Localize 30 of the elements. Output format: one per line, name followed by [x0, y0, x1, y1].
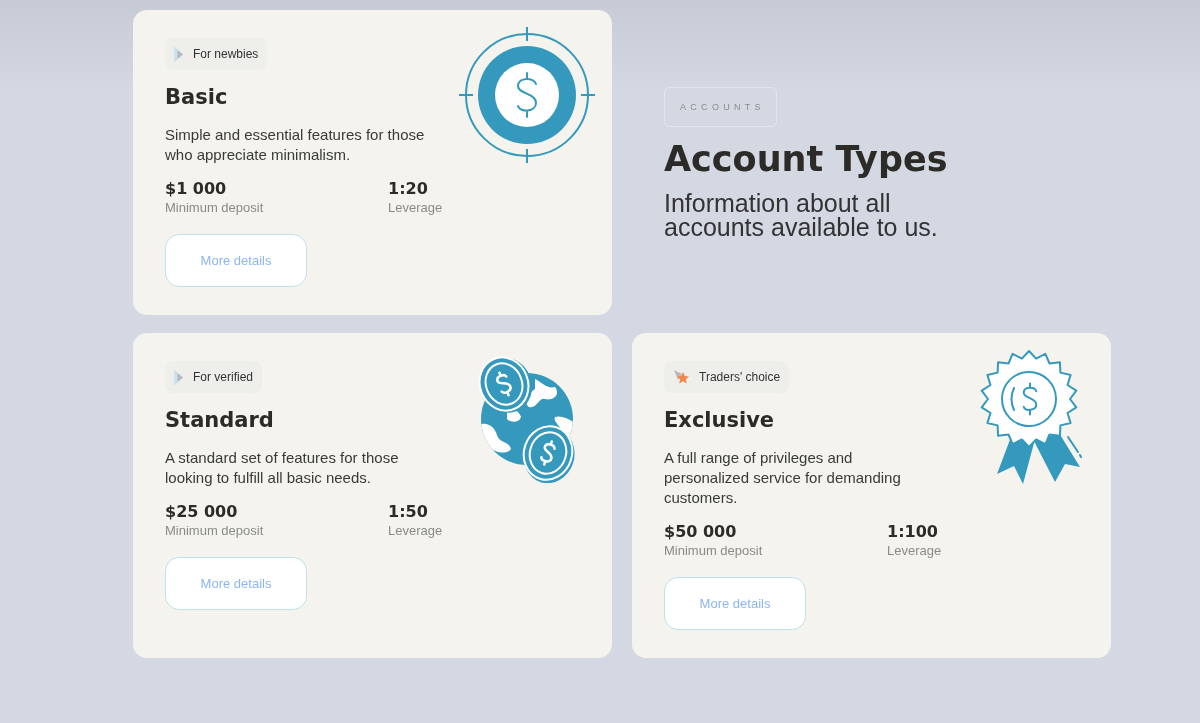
section-title: Account Types	[664, 137, 948, 181]
account-description: A full range of privileges and personalized service for demanding customers.	[664, 448, 902, 508]
tag-label: For newbies	[193, 47, 259, 61]
tag-label: Traders' choice	[699, 370, 781, 384]
pointer-icon	[174, 46, 183, 62]
stat-label: Leverage	[388, 200, 443, 216]
more-details-button[interactable]: More details	[165, 557, 307, 610]
stat-value: $25 000	[165, 502, 239, 522]
more-details-button[interactable]: More details	[165, 234, 307, 287]
stat-value: 1:50	[388, 502, 429, 522]
stat-label: Minimum deposit	[664, 543, 764, 559]
stat-label: Minimum deposit	[165, 200, 265, 216]
account-name: Standard	[165, 407, 274, 433]
account-name: Exclusive	[664, 407, 775, 433]
stat-value: $50 000	[664, 522, 738, 542]
more-details-button[interactable]: More details	[664, 577, 806, 630]
account-description: A standard set of features for those looking to fulfill all basic needs.	[165, 448, 400, 488]
stat-value: 1:20	[388, 179, 429, 199]
stat-value: 1:100	[887, 522, 939, 542]
pointer-icon	[174, 369, 183, 385]
stat-label: Leverage	[887, 543, 942, 559]
star-icon	[673, 369, 689, 385]
tag-label: For verified	[193, 370, 254, 384]
account-name: Basic	[165, 84, 228, 110]
account-description: Simple and essential features for those who appreciate minimalism.	[165, 125, 426, 165]
stat-value: $1 000	[165, 179, 228, 199]
stat-label: Minimum deposit	[165, 523, 265, 539]
section-label: ACCOUNTS	[664, 86, 777, 127]
section-subtitle: Information about all accounts available to us.	[664, 190, 939, 239]
stat-label: Leverage	[388, 523, 443, 539]
